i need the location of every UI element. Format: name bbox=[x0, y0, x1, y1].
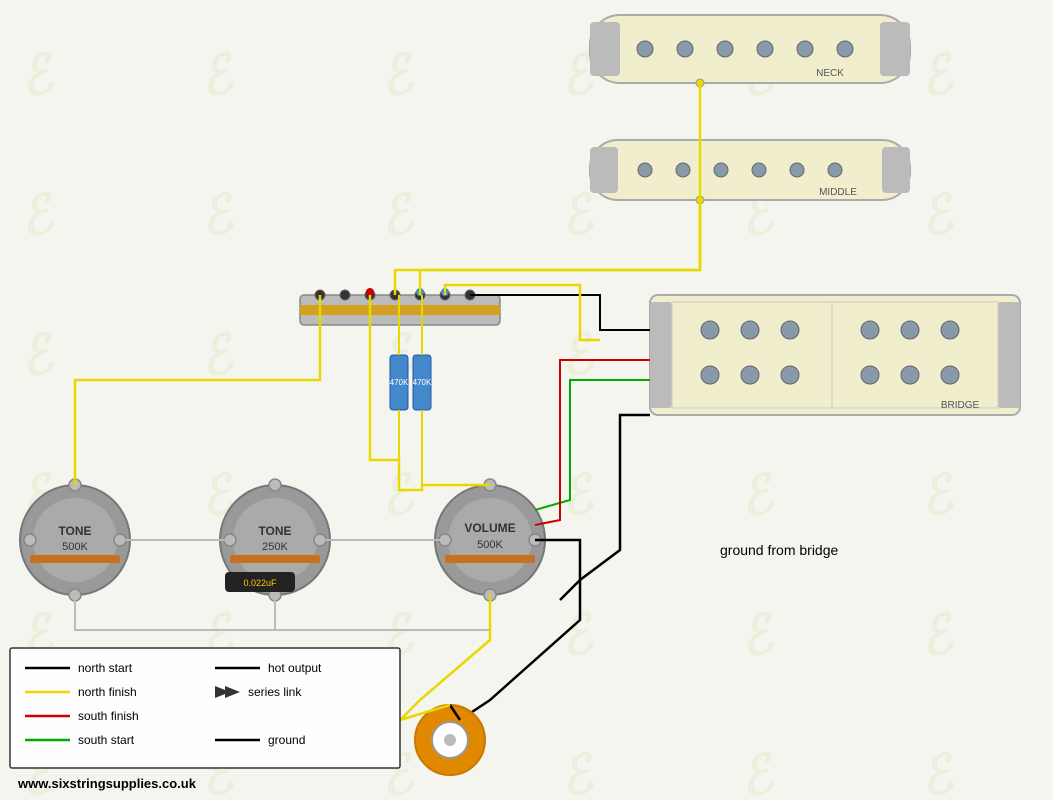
main-content: HSS Wiring 500K volume 250k tone 500k br… bbox=[0, 0, 1053, 800]
neck-label: NECK bbox=[816, 68, 844, 79]
svg-text:470K: 470K bbox=[413, 378, 432, 387]
svg-text:470K: 470K bbox=[390, 378, 409, 387]
legend-series-link: series link bbox=[248, 685, 302, 699]
legend-hot-output: hot output bbox=[268, 661, 322, 675]
svg-text:TONE: TONE bbox=[258, 524, 291, 538]
legend-south-finish: south finish bbox=[78, 709, 139, 723]
wiring-diagram: ℰ NECK MIDDLE bbox=[0, 0, 1053, 800]
svg-text:500K: 500K bbox=[477, 539, 503, 551]
svg-text:0.022uF: 0.022uF bbox=[243, 578, 277, 588]
svg-text:250K: 250K bbox=[262, 541, 288, 553]
svg-text:TONE: TONE bbox=[58, 524, 91, 538]
legend-north-finish: north finish bbox=[78, 685, 137, 699]
legend-south-start: south start bbox=[78, 733, 135, 747]
svg-text:500K: 500K bbox=[62, 541, 88, 553]
website-label: www.sixstringsupplies.co.uk bbox=[17, 776, 197, 791]
legend-ground: ground bbox=[268, 733, 305, 747]
svg-text:VOLUME: VOLUME bbox=[464, 521, 515, 535]
ground-from-bridge-label: ground from bridge bbox=[720, 542, 839, 558]
middle-label: MIDDLE bbox=[819, 187, 857, 198]
legend-north-start: north start bbox=[78, 661, 133, 675]
bridge-label: BRIDGE bbox=[941, 400, 980, 411]
